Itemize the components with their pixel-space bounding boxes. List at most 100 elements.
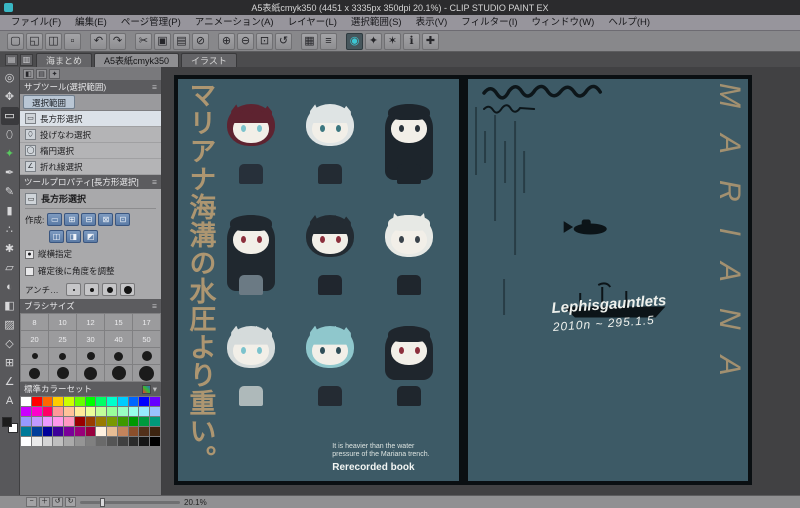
color-swatch[interactable] [74,397,85,406]
color-swatch[interactable] [96,407,107,416]
color-swatch[interactable] [64,397,74,406]
delete-icon[interactable]: ⊘ [192,32,209,50]
color-swatch[interactable] [21,407,31,416]
selection-style-b-icon[interactable]: ◨ [66,230,81,243]
color-swatch[interactable] [128,397,139,406]
menu-item[interactable]: 編集(E) [68,15,114,31]
brush-size-cell[interactable]: 30 [77,331,104,347]
color-swatch[interactable] [31,417,42,426]
menu-item[interactable]: フィルター(I) [454,15,524,31]
cut-icon[interactable]: ✂ [135,32,152,50]
color-swatch[interactable] [21,417,31,426]
gradient-tool-icon[interactable]: ▨ [1,316,19,334]
figure-tool-icon[interactable]: ◇ [1,335,19,353]
color-swatch[interactable] [139,417,150,426]
color-swatch[interactable] [31,427,42,436]
brush-size-cell[interactable]: 12 [77,314,104,330]
color-swatch[interactable] [74,417,85,426]
color-swatch[interactable] [128,417,139,426]
color-swatch[interactable] [150,437,160,446]
selection-style-c-icon[interactable]: ◩ [83,230,98,243]
new-selection-mode-icon[interactable]: ▭ [47,213,63,226]
color-swatch[interactable] [96,417,107,426]
color-swatch[interactable] [139,437,150,446]
menu-item[interactable]: 選択範囲(S) [344,15,409,31]
panel-menu-icon[interactable]: ≡ [152,175,157,189]
menu-item[interactable]: ウィンドウ(W) [525,15,602,31]
intersect-selection-mode-icon[interactable]: ⊠ [98,213,114,226]
color-swatch[interactable] [150,417,160,426]
zoom-in-icon[interactable]: ＋ [39,497,50,507]
brush-size-cell[interactable] [133,365,160,381]
antialias-medium-button[interactable] [102,283,117,296]
brush-size-cell[interactable] [77,348,104,364]
brush-size-cell[interactable] [21,348,48,364]
subtool-ellipse-select[interactable]: ◯ 楕円選択 [20,143,161,159]
color-swatch[interactable] [96,397,107,406]
checkbox[interactable] [25,266,34,276]
aspect-ratio-radio[interactable]: ● 縦横指定 [25,248,156,260]
menu-item[interactable]: 表示(V) [409,15,455,31]
decoration-tool-icon[interactable]: ✱ [1,240,19,258]
eraser-tool-icon[interactable]: ▱ [1,259,19,277]
airbrush-tool-icon[interactable]: ∴ [1,221,19,239]
color-swatch[interactable] [31,397,42,406]
subtool-panel-header[interactable]: サブツール(選択範囲) ≡ [20,80,161,94]
ruler-icon[interactable]: ≡ [320,32,337,50]
brush-size-cell[interactable]: 25 [49,331,76,347]
zoom-tool-icon[interactable]: ◎ [1,69,19,87]
menu-item[interactable]: ページ管理(P) [114,15,188,31]
brush-size-cell[interactable]: 10 [49,314,76,330]
ask-academy-icon[interactable]: ✶ [384,32,401,50]
color-swatch[interactable] [128,407,139,416]
color-swatch[interactable] [128,427,139,436]
color-swatch[interactable] [42,397,53,406]
auto-select-tool-icon[interactable]: ✦ [1,145,19,163]
antialias-strong-button[interactable] [120,283,135,296]
export-icon[interactable]: ▫ [64,32,81,50]
antialias-weak-button[interactable] [84,283,99,296]
copy-icon[interactable]: ▣ [154,32,171,50]
color-swatch[interactable] [74,407,85,416]
color-swatch[interactable] [53,427,64,436]
color-swatch[interactable] [139,427,150,436]
info-icon[interactable]: ℹ [403,32,420,50]
new-file-icon[interactable]: ▢ [7,32,24,50]
tab-a5-hyoshi-cmyk350[interactable]: A5表紙cmyk350 [94,53,180,67]
rotate-left-icon[interactable]: ↺ [52,497,63,507]
panel-menu-icon[interactable]: ≡ [152,299,157,313]
brush-size-cell[interactable]: 15 [105,314,132,330]
subtool-polyline-select[interactable]: ∠ 折れ線選択 [20,159,161,175]
color-swatch[interactable] [107,437,117,446]
color-set-panel-header[interactable]: 標準カラーセット ▾ [20,382,161,396]
adjust-angle-checkbox[interactable]: 確定後に角度を調整 [25,265,156,277]
color-swatch[interactable] [139,397,150,406]
fit-view-icon[interactable]: ⊡ [256,32,273,50]
color-swatch[interactable] [42,407,53,416]
subtool-rectangle-select[interactable]: ▭ 長方形選択 [20,111,161,127]
brush-size-cell[interactable]: 17 [133,314,160,330]
color-swatch[interactable] [53,397,64,406]
color-swatch[interactable] [64,417,74,426]
color-swatch[interactable] [53,437,64,446]
zoom-in-icon[interactable]: ⊕ [218,32,235,50]
open-file-icon[interactable]: ◱ [26,32,43,50]
tab-umi-matome[interactable]: 海まとめ [36,53,93,67]
dropdown-arrow-icon[interactable]: ▾ [153,382,157,396]
brush-size-cell[interactable] [105,365,132,381]
canvas-area[interactable]: マリアナ海溝の水圧より重い。 It is heavier than the wa… [162,67,800,495]
color-swatch[interactable] [21,397,31,406]
color-swatch[interactable] [117,417,128,426]
color-swatch[interactable] [31,437,42,446]
tool-property-panel-header[interactable]: ツールプロパティ[長方形選択] ≡ [20,175,161,189]
subtract-selection-mode-icon[interactable]: ⊟ [81,213,97,226]
color-swatch[interactable] [85,437,96,446]
story-editor-icon[interactable]: ▥ [20,54,33,66]
dock-tab-icon-subtool[interactable]: ◧ [23,68,34,79]
grid-icon[interactable]: ▦ [301,32,318,50]
redo-icon[interactable]: ↷ [109,32,126,50]
pen-tool-icon[interactable]: ✒ [1,164,19,182]
material-icon[interactable]: ✦ [365,32,382,50]
color-swatch[interactable] [64,407,74,416]
brush-size-cell[interactable] [21,365,48,381]
